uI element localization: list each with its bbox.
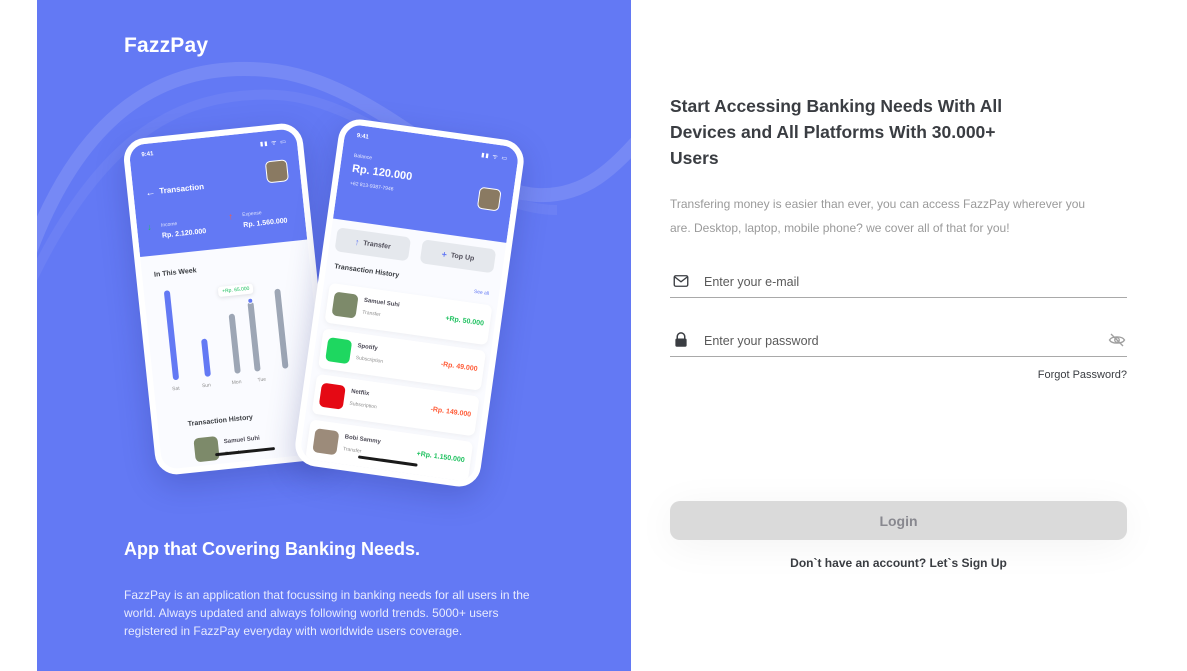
avatar: [193, 435, 220, 463]
email-field: [670, 268, 1127, 298]
transaction-avatar: [325, 337, 353, 365]
mail-icon: [673, 275, 689, 287]
login-button[interactable]: Login: [670, 501, 1127, 540]
transaction-amount: +Rp. 50.000: [444, 315, 485, 328]
transaction-amount: -Rp. 149.000: [430, 405, 472, 419]
history-name: Samuel Suhi: [223, 435, 261, 446]
page-description: Transfering money is easier than ever, y…: [670, 197, 1086, 235]
see-all-link: See all: [473, 288, 490, 297]
transaction-type: Subscription: [355, 355, 384, 365]
signup-prompt: Don`t have an account? Let`s Sign Up: [670, 556, 1127, 570]
avatar: [476, 186, 502, 212]
hero-description: FazzPay is an application that focussing…: [124, 588, 530, 638]
income-value: Rp. 2.120.000: [161, 228, 207, 240]
expense-label: Expense: [241, 210, 262, 219]
password-field: [670, 327, 1127, 357]
password-input[interactable]: [704, 329, 1094, 353]
forgot-password-link[interactable]: Forgot Password?: [1000, 369, 1127, 381]
status-icons: ▮▮ ᯤ ▭: [259, 139, 288, 148]
transaction-avatar: [318, 382, 346, 410]
chart-bar: [163, 290, 180, 381]
balance-label: Balance: [353, 152, 373, 162]
history-label: Transaction History: [333, 263, 400, 280]
hero-title: App that Covering Banking Needs.: [124, 539, 421, 559]
income-label: Income: [160, 221, 178, 229]
arrow-down-icon: ↓: [146, 221, 153, 233]
status-icons: ▮▮ ᯤ ▭: [480, 152, 509, 163]
transaction-name: Netflix: [350, 388, 370, 398]
chart-bar: [274, 288, 289, 369]
chart-tooltip: +Rp. 65.000: [217, 283, 254, 298]
transaction-type: Subscription: [348, 400, 378, 411]
transaction-avatar: [312, 428, 340, 456]
topup-button: + Top Up: [419, 239, 497, 274]
topup-label: Top Up: [450, 251, 475, 263]
arrow-up-icon: ↑: [354, 236, 361, 248]
home-indicator: [215, 447, 276, 457]
day-label: Sat: [171, 385, 180, 393]
transaction-avatar: [331, 291, 359, 319]
history-label: Transaction History: [187, 414, 254, 428]
chart-bar: [228, 313, 241, 374]
eye-off-icon[interactable]: [1107, 331, 1127, 349]
transaction-amount: +Rp. 1.150.000: [416, 450, 466, 465]
chart-bar: [247, 301, 261, 372]
page-title: Start Accessing Banking Needs With All D…: [670, 96, 1003, 168]
plus-icon: +: [440, 249, 448, 260]
email-input[interactable]: [704, 270, 1094, 294]
transaction-type: Transfer: [361, 309, 381, 319]
transaction-name: Bobi Sammy: [344, 434, 382, 446]
avatar: [264, 159, 290, 184]
hero-panel: FazzPay 9:41 ▮▮ ᯤ ▭ ← Transaction ↓ Inco…: [37, 0, 631, 671]
phone-b-header: 9:41 ▮▮ ᯤ ▭ Balance Rp. 120.000 +62 813-…: [333, 123, 520, 243]
status-time: 9:41: [141, 151, 154, 159]
day-label: Mon: [231, 379, 242, 387]
transfer-label: Transfer: [362, 239, 392, 251]
lock-icon: [675, 332, 687, 347]
phone-number: +62 813-9387-7946: [349, 180, 394, 193]
phone-a-header: 9:41 ▮▮ ᯤ ▭ ← Transaction ↓ Income Rp. 2…: [128, 128, 308, 258]
brand-logo: FazzPay: [124, 34, 209, 57]
transaction-name: Samuel Suhi: [363, 297, 400, 309]
status-time: 9:41: [356, 133, 370, 141]
day-label: Sun: [201, 382, 212, 390]
transaction-name: Spotify: [357, 343, 379, 352]
arrow-left-icon: ←: [144, 187, 157, 200]
signup-link[interactable]: Don`t have an account? Let`s Sign Up: [790, 556, 1007, 570]
balance-value: Rp. 120.000: [351, 162, 413, 184]
phone-a-title: Transaction: [158, 182, 205, 196]
week-label: In This Week: [153, 267, 197, 279]
day-label: Tue: [257, 376, 267, 384]
transaction-type: Transfer: [342, 446, 362, 455]
expense-value: Rp. 1.560.000: [243, 217, 288, 230]
arrow-up-icon: ↑: [227, 211, 234, 222]
transaction-amount: -Rp. 49.000: [440, 360, 478, 374]
chart-bar: [201, 338, 211, 377]
transfer-button: ↑ Transfer: [334, 227, 412, 262]
